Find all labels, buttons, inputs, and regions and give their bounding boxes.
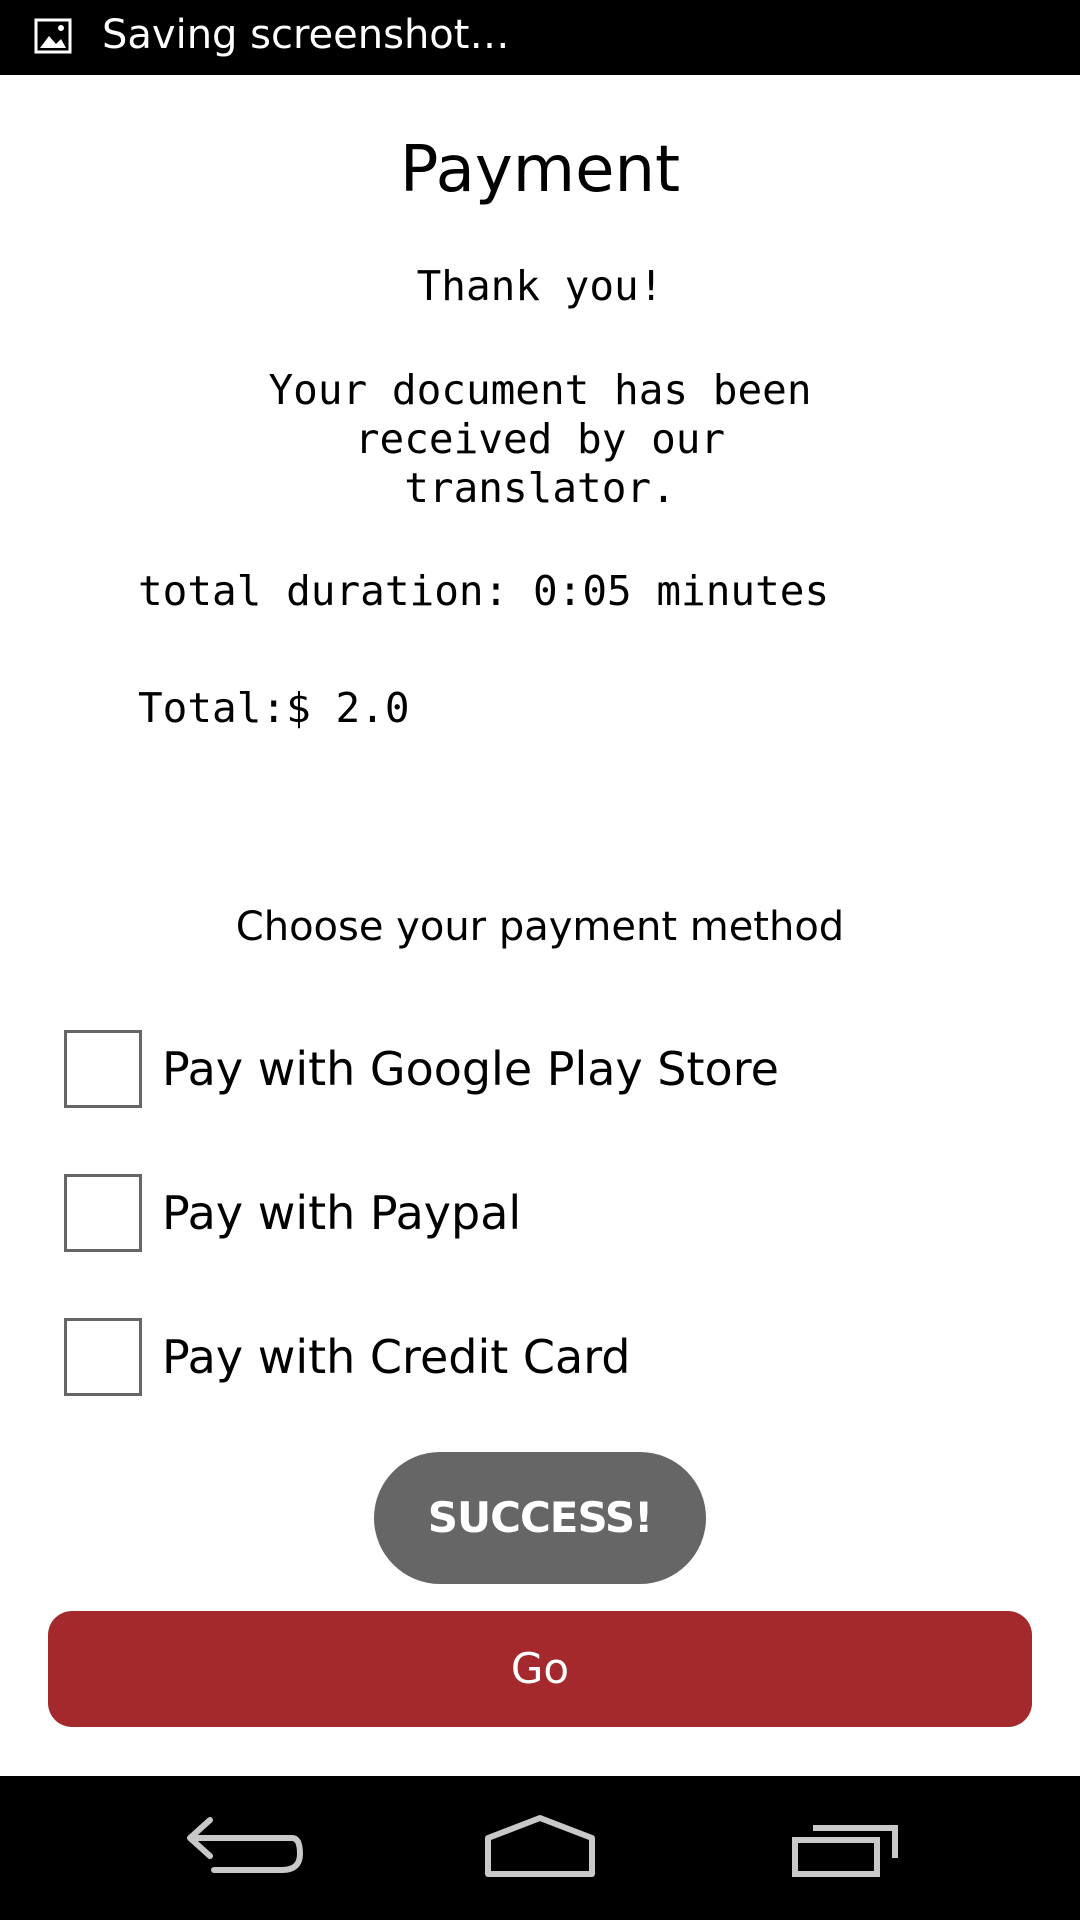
status-notification-text: Saving screenshot… <box>102 12 510 58</box>
pay-google-play-option[interactable]: Pay with Google Play Store <box>62 1024 962 1114</box>
total-duration-text: total duration: 0:05 minutes <box>138 567 830 615</box>
pay-google-play-checkbox[interactable] <box>64 1030 142 1108</box>
document-received-message: Your document has been received by our t… <box>268 366 812 512</box>
pay-paypal-checkbox[interactable] <box>64 1174 142 1252</box>
pay-credit-card-label: Pay with Credit Card <box>162 1330 631 1384</box>
pay-paypal-label: Pay with Paypal <box>162 1186 522 1240</box>
page-title: Payment <box>399 133 681 207</box>
go-button[interactable]: Go <box>48 1611 1032 1727</box>
image-icon <box>34 18 72 54</box>
pay-credit-card-option[interactable]: Pay with Credit Card <box>62 1312 962 1402</box>
pay-google-play-label: Pay with Google Play Store <box>162 1042 779 1096</box>
pay-paypal-option[interactable]: Pay with Paypal <box>62 1168 962 1258</box>
total-price-text: Total:$ 2.0 <box>138 684 410 732</box>
thank-you-text: Thank you! <box>416 262 664 310</box>
home-icon[interactable] <box>470 1806 610 1890</box>
navigation-bar <box>0 1776 1080 1920</box>
recents-icon[interactable] <box>775 1806 915 1890</box>
success-toast: SUCCESS! <box>374 1452 706 1584</box>
pay-credit-card-checkbox[interactable] <box>64 1318 142 1396</box>
back-icon[interactable] <box>170 1806 310 1890</box>
status-bar: Saving screenshot… <box>0 0 1080 75</box>
payment-method-prompt: Choose your payment method <box>235 904 845 950</box>
